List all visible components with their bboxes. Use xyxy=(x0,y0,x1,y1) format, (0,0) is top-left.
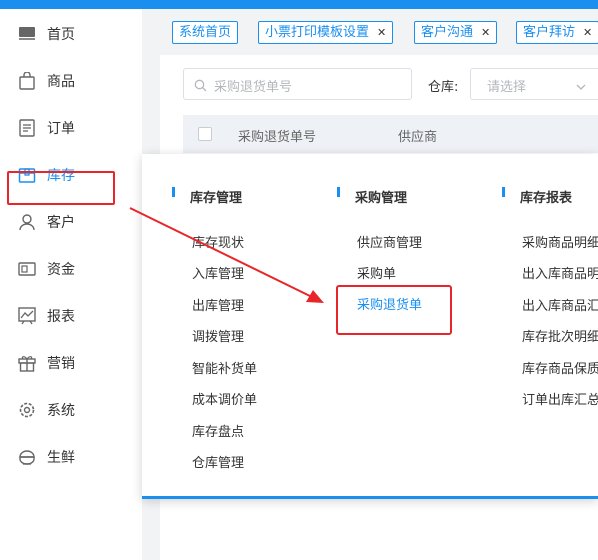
sidebar-item-system[interactable]: 系统 xyxy=(0,390,142,430)
menu-column-title: 库存管理 xyxy=(172,186,242,206)
menu-item[interactable]: 出库管理 xyxy=(192,295,244,314)
warehouse-placeholder: 请选择 xyxy=(487,80,527,95)
menu-item[interactable]: 成本调价单 xyxy=(192,389,257,408)
top-accent-bar xyxy=(0,0,598,9)
sidebar-item-orders[interactable]: 订单 xyxy=(0,108,142,148)
tab-label: 客户沟通 xyxy=(421,25,474,40)
menu-item[interactable]: 仓库管理 xyxy=(192,452,244,471)
menu-item[interactable]: 调拨管理 xyxy=(192,326,244,345)
chevron-down-icon xyxy=(575,78,587,97)
tab-bar: 系统首页 小票打印模板设置 ✕ 客户沟通 ✕ 客户拜访 ✕ xyxy=(142,9,598,55)
sidebar-item-fresh[interactable]: 生鲜 xyxy=(0,437,142,477)
sidebar-item-label: 资金 xyxy=(47,262,75,278)
search-placeholder: 采购退货单号 xyxy=(214,80,293,95)
menu-item[interactable]: 采购单 xyxy=(357,263,396,282)
sidebar-item-label: 报表 xyxy=(47,309,75,325)
sidebar-item-label: 客户 xyxy=(47,215,75,231)
warehouse-label: 仓库: xyxy=(428,80,459,95)
tab-customer-visit[interactable]: 客户拜访 ✕ xyxy=(516,21,598,44)
tab-receipt-template[interactable]: 小票打印模板设置 ✕ xyxy=(258,21,394,44)
sidebar-item-customers[interactable]: 客户 xyxy=(0,202,142,242)
sidebar: 首页 商品 订单 库存 客户 资金 报表 营销 系统 生鲜 xyxy=(0,9,142,560)
close-icon[interactable]: ✕ xyxy=(377,26,386,39)
wallet-icon xyxy=(17,259,37,279)
accent-marker xyxy=(337,187,340,197)
menu-item[interactable]: 智能补货单 xyxy=(192,358,257,377)
sidebar-item-home[interactable]: 首页 xyxy=(0,14,142,54)
sidebar-item-marketing[interactable]: 营销 xyxy=(0,343,142,383)
menu-item[interactable]: 入库管理 xyxy=(192,263,244,282)
menu-item[interactable]: 出入库商品汇 xyxy=(522,295,598,314)
tab-label: 客户拜访 xyxy=(523,25,576,40)
sidebar-item-reports[interactable]: 报表 xyxy=(0,296,142,336)
monitor-icon xyxy=(17,24,37,44)
menu-item[interactable]: 库存批次明细 xyxy=(522,326,598,345)
accent-marker xyxy=(502,187,505,197)
menu-item[interactable]: 库存商品保质 xyxy=(522,358,598,377)
search-input[interactable]: 采购退货单号 xyxy=(183,68,412,100)
menu-column-title: 库存报表 xyxy=(502,186,572,206)
menu-column-title: 采购管理 xyxy=(337,186,407,206)
column-header: 采购退货单号 xyxy=(238,130,317,145)
menu-item[interactable]: 库存盘点 xyxy=(192,421,244,440)
accent-marker xyxy=(172,187,175,197)
column-header: 供应商 xyxy=(398,130,438,145)
close-icon[interactable]: ✕ xyxy=(583,26,592,39)
menu-item[interactable]: 出入库商品明 xyxy=(522,263,598,282)
user-icon xyxy=(17,212,37,232)
sidebar-item-funds[interactable]: 资金 xyxy=(0,249,142,289)
annotation-highlight-inventory xyxy=(7,171,115,205)
food-bowl-icon xyxy=(17,447,37,467)
select-all-checkbox[interactable] xyxy=(198,127,212,141)
chart-icon xyxy=(17,306,37,326)
warehouse-select[interactable]: 请选择 xyxy=(470,68,598,100)
sidebar-item-label: 系统 xyxy=(47,403,75,419)
tab-customer-communication[interactable]: 客户沟通 ✕ xyxy=(414,21,498,44)
tab-home[interactable]: 系统首页 xyxy=(172,21,239,44)
menu-item[interactable]: 订单出库汇总 xyxy=(522,389,598,408)
sidebar-item-label: 商品 xyxy=(47,74,75,90)
menu-item[interactable]: 库存现状 xyxy=(192,232,244,251)
annotation-highlight-purchase-return xyxy=(336,285,452,335)
gift-icon xyxy=(17,353,37,373)
sidebar-item-label: 订单 xyxy=(47,121,75,137)
shopping-bag-icon xyxy=(17,71,37,91)
close-icon[interactable]: ✕ xyxy=(481,26,490,39)
sidebar-item-label: 营销 xyxy=(47,356,75,372)
sidebar-item-label: 生鲜 xyxy=(47,450,75,466)
tab-label: 小票打印模板设置 xyxy=(265,25,370,40)
inventory-mega-menu: 库存管理 采购管理 库存报表 库存现状 入库管理 出库管理 调拨管理 智能补货单… xyxy=(142,154,598,499)
sidebar-item-label: 首页 xyxy=(47,27,75,43)
tab-label: 系统首页 xyxy=(179,25,232,40)
document-icon xyxy=(17,118,37,138)
menu-item[interactable]: 供应商管理 xyxy=(357,232,422,251)
sidebar-item-products[interactable]: 商品 xyxy=(0,61,142,101)
table-header: 采购退货单号 供应商 xyxy=(183,115,598,153)
menu-item[interactable]: 采购商品明细 xyxy=(522,232,598,251)
gear-icon xyxy=(17,400,37,420)
search-icon xyxy=(194,77,207,96)
